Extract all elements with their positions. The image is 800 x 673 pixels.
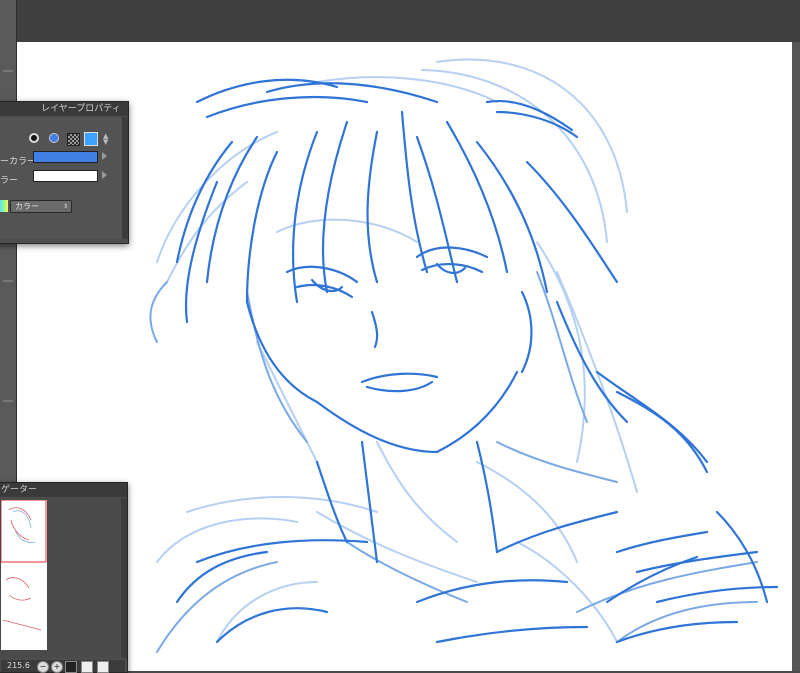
window-topbar <box>0 0 800 42</box>
select-arrows-icon: ⇕ <box>62 203 68 210</box>
tool-marker[interactable] <box>3 70 13 72</box>
rotate-icon[interactable] <box>97 661 109 673</box>
line-color-label: ーカラー <box>0 157 37 167</box>
sub-color-swatch[interactable] <box>33 170 98 182</box>
navigator-body <box>0 498 121 658</box>
tool-marker[interactable] <box>3 400 13 402</box>
color-mode-select[interactable]: カラー ⇕ <box>10 200 72 213</box>
navigator-title[interactable]: ゲーター <box>0 483 127 497</box>
navigator-thumbnail[interactable] <box>1 500 47 650</box>
layer-property-title-text: レイヤープロパティ <box>41 104 121 114</box>
layer-property-title[interactable]: レイヤープロパティ <box>0 102 128 116</box>
right-scroll-strip[interactable] <box>792 42 800 671</box>
navigator-toolbar: 215.6 − + <box>1 660 125 673</box>
line-mode-radio-icon[interactable] <box>29 133 39 143</box>
navigator-scrollbar[interactable] <box>121 498 127 658</box>
navigator-title-text: ゲーター <box>1 485 38 495</box>
drawing-canvas[interactable] <box>17 42 792 671</box>
layer-property-scrollbar[interactable] <box>122 117 128 239</box>
zoom-value: 215.6 <box>7 661 30 670</box>
zoom-in-icon[interactable]: + <box>51 661 63 673</box>
zoom-out-icon[interactable]: − <box>37 661 49 673</box>
color-mode-select-value: カラー <box>15 202 39 211</box>
sketch-drawing <box>149 58 779 653</box>
line-color-swatch[interactable] <box>33 151 98 163</box>
color-gradient-icon <box>0 200 8 212</box>
layer-property-panel: レイヤープロパティ ▲ ▼ ーカラー ラー カラー ⇕ <box>0 101 129 244</box>
tool-marker[interactable] <box>3 280 13 282</box>
line-color-arrow-icon[interactable] <box>102 152 107 160</box>
layer-property-body: ▲ ▼ ーカラー ラー カラー ⇕ <box>0 117 122 239</box>
color-mode-radio-icon[interactable] <box>49 133 59 143</box>
navigator-panel: ゲーター 215.6 − + <box>0 482 128 673</box>
fill-mode-icon[interactable] <box>84 132 98 146</box>
spinner-icon[interactable]: ▲ ▼ <box>103 133 109 146</box>
sub-color-label: ラー <box>0 176 19 186</box>
fit-icon[interactable] <box>65 661 77 673</box>
sub-color-arrow-icon[interactable] <box>102 171 107 179</box>
checker-mode-icon[interactable] <box>67 133 80 146</box>
flip-icon[interactable] <box>81 661 93 673</box>
